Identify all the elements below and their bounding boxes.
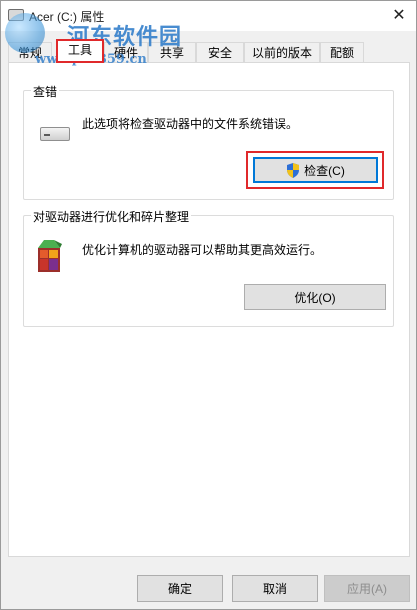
optimize-description: 优化计算机的驱动器可以帮助其更高效运行。: [82, 243, 323, 257]
error-checking-title: 查错: [31, 83, 60, 100]
tab-strip: 常规 工具 硬件 共享 安全 以前的版本 配额: [8, 39, 410, 63]
properties-window: Acer (C:) 属性 ✕ 常规 工具 硬件 共享 安全 以前的版本 配额 查…: [0, 0, 417, 610]
tab-sharing[interactable]: 共享: [148, 42, 196, 63]
check-button[interactable]: 检查(C): [253, 157, 378, 183]
cancel-button[interactable]: 取消: [232, 575, 318, 602]
tools-tab-panel: 查错 此选项将检查驱动器中的文件系统错误。 检查(C) 对驱动器进行优化和碎片整…: [8, 62, 410, 557]
close-icon[interactable]: ✕: [388, 5, 410, 27]
error-checking-description: 此选项将检查驱动器中的文件系统错误。: [82, 117, 299, 131]
error-checking-group: 查错 此选项将检查驱动器中的文件系统错误。 检查(C): [23, 83, 394, 200]
window-title: Acer (C:) 属性: [29, 10, 105, 24]
tab-security[interactable]: 安全: [196, 42, 244, 63]
optimize-group: 对驱动器进行优化和碎片整理 优化计算机的驱动器可以帮助其更高效运行。 优化(O): [23, 208, 394, 327]
tab-general[interactable]: 常规: [8, 42, 52, 63]
ok-button[interactable]: 确定: [137, 575, 223, 602]
defrag-icon: [38, 240, 62, 272]
tab-quota[interactable]: 配额: [320, 42, 364, 63]
check-button-label: 检查(C): [304, 163, 345, 178]
uac-shield-icon: [287, 162, 300, 178]
title-bar: Acer (C:) 属性 ✕: [1, 1, 416, 31]
drive-icon: [40, 127, 70, 141]
tab-previous-versions[interactable]: 以前的版本: [244, 42, 320, 63]
apply-button[interactable]: 应用(A): [324, 575, 410, 602]
tab-hardware[interactable]: 硬件: [104, 42, 148, 63]
optimize-button[interactable]: 优化(O): [244, 284, 386, 310]
drive-title-icon: [8, 9, 24, 21]
optimize-title: 对驱动器进行优化和碎片整理: [31, 208, 192, 225]
tab-tools[interactable]: 工具: [56, 39, 104, 63]
